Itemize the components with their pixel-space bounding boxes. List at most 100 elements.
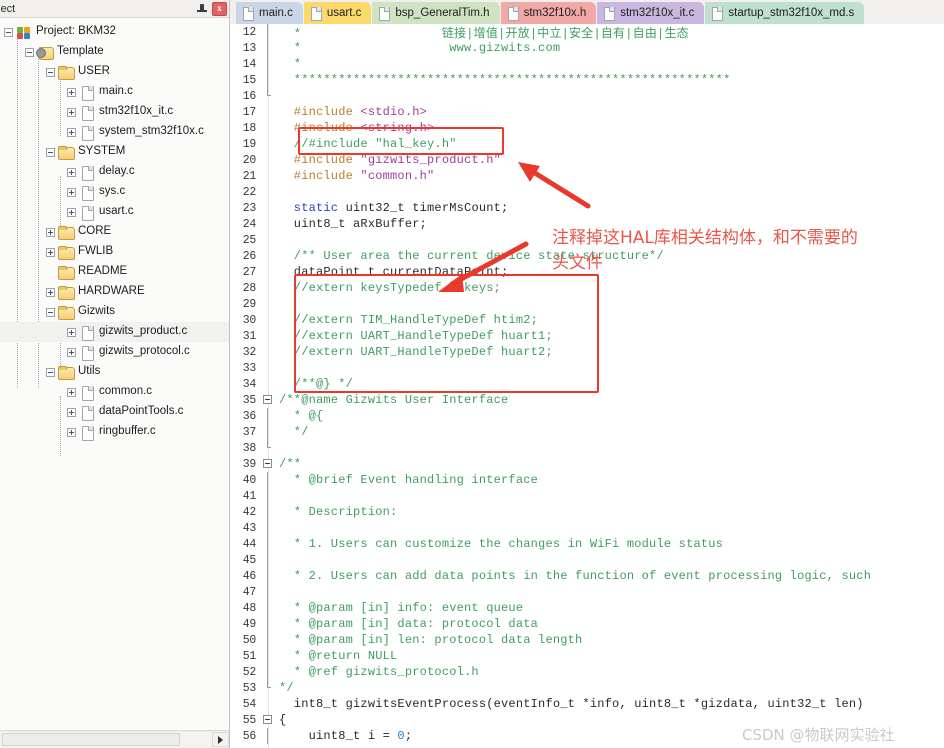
code-line[interactable]: 33 [230, 360, 944, 376]
fold-marker[interactable] [262, 712, 273, 728]
tree-item-template[interactable]: Template [0, 42, 229, 62]
code-line[interactable]: 20 #include "gizwits_product.h" [230, 152, 944, 168]
code-line[interactable]: 49 * @param [in] data: protocol data [230, 616, 944, 632]
code-line[interactable]: 27 dataPoint_t currentDataPoint; [230, 264, 944, 280]
tree-item-sys-c[interactable]: sys.c [0, 182, 229, 202]
project-panel-hscrollbar[interactable] [0, 731, 229, 748]
code-line[interactable]: 42 * Description: [230, 504, 944, 520]
code-line[interactable]: 24 uint8_t aRxBuffer; [230, 216, 944, 232]
tree-item-main-c[interactable]: main.c [0, 82, 229, 102]
hscrollbar-right-button[interactable] [212, 732, 229, 747]
collapse-icon[interactable] [4, 28, 13, 37]
code-line[interactable]: 41 [230, 488, 944, 504]
code-line[interactable]: 13 * www.gizwits.com [230, 40, 944, 56]
collapse-icon[interactable] [46, 148, 55, 157]
code-line[interactable]: 19 //#include "hal_key.h" [230, 136, 944, 152]
tree-item-gizwits-product-c[interactable]: gizwits_product.c [0, 322, 229, 342]
tree-item-readme[interactable]: README [0, 262, 229, 282]
code-line[interactable]: 31 //extern UART_HandleTypeDef huart1; [230, 328, 944, 344]
editor-tab-startup-stm32f10x-md-s[interactable]: startup_stm32f10x_md.s [705, 2, 864, 24]
collapse-icon[interactable] [25, 48, 34, 57]
collapse-icon[interactable] [46, 68, 55, 77]
tree-item-system-stm32f10x-c[interactable]: system_stm32f10x.c [0, 122, 229, 142]
code-view[interactable]: 12 * 链接|增值|开放|中立|安全|自有|自由|生态13 * www.giz… [230, 24, 944, 748]
hscrollbar-track[interactable] [1, 732, 212, 747]
hscrollbar-thumb[interactable] [2, 733, 180, 746]
tree-item-gizwits[interactable]: Gizwits [0, 302, 229, 322]
pin-icon[interactable] [195, 2, 209, 16]
code-line[interactable]: 22 [230, 184, 944, 200]
expand-icon[interactable] [67, 168, 76, 177]
tree-item-fwlib[interactable]: FWLIB [0, 242, 229, 262]
tree-item-delay-c[interactable]: delay.c [0, 162, 229, 182]
close-icon[interactable]: x [212, 2, 227, 16]
fold-collapse-icon[interactable] [263, 395, 272, 404]
tree-item-utils[interactable]: Utils [0, 362, 229, 382]
code-line[interactable]: 50 * @param [in] len: protocol data leng… [230, 632, 944, 648]
code-line[interactable]: 23 static uint32_t timerMsCount; [230, 200, 944, 216]
code-line[interactable]: 30 //extern TIM_HandleTypeDef htim2; [230, 312, 944, 328]
code-line[interactable]: 35/**@name Gizwits User Interface [230, 392, 944, 408]
editor-tab-bsp-generaltim-h[interactable]: bsp_GeneralTim.h [372, 2, 499, 24]
expand-icon[interactable] [67, 108, 76, 117]
code-line[interactable]: 25 [230, 232, 944, 248]
code-line[interactable]: 34 /**@} */ [230, 376, 944, 392]
code-line[interactable]: 12 * 链接|增值|开放|中立|安全|自有|自由|生态 [230, 24, 944, 40]
code-line[interactable]: 16 [230, 88, 944, 104]
project-tree[interactable]: Project: BKM32TemplateUSERmain.cstm32f10… [0, 17, 229, 731]
fold-marker[interactable] [262, 392, 273, 408]
code-line[interactable]: 52 * @ref gizwits_protocol.h [230, 664, 944, 680]
code-line[interactable]: 40 * @brief Event handling interface [230, 472, 944, 488]
editor-tab-stm32f10x-it-c[interactable]: stm32f10x_it.c [597, 2, 704, 24]
expand-icon[interactable] [67, 388, 76, 397]
expand-icon[interactable] [67, 328, 76, 337]
expand-icon[interactable] [67, 348, 76, 357]
code-line[interactable]: 18 #include <string.h> [230, 120, 944, 136]
expand-icon[interactable] [67, 408, 76, 417]
expand-icon[interactable] [67, 128, 76, 137]
code-line[interactable]: 51 * @return NULL [230, 648, 944, 664]
code-line[interactable]: 36 * @{ [230, 408, 944, 424]
code-line[interactable]: 46 * 2. Users can add data points in the… [230, 568, 944, 584]
code-line[interactable]: 39/** [230, 456, 944, 472]
collapse-icon[interactable] [46, 368, 55, 377]
tree-item-hardware[interactable]: HARDWARE [0, 282, 229, 302]
editor-tab-usart-c[interactable]: usart.c [304, 2, 372, 24]
code-line[interactable]: 56 uint8_t i = 0; [230, 728, 944, 744]
code-line[interactable]: 47 [230, 584, 944, 600]
tree-item-project-bkm32[interactable]: Project: BKM32 [0, 22, 229, 42]
expand-icon[interactable] [67, 428, 76, 437]
code-line[interactable]: 48 * @param [in] info: event queue [230, 600, 944, 616]
code-line[interactable]: 15 *************************************… [230, 72, 944, 88]
code-line[interactable]: 29 [230, 296, 944, 312]
code-line[interactable]: 43 [230, 520, 944, 536]
tree-item-stm32f10x-it-c[interactable]: stm32f10x_it.c [0, 102, 229, 122]
code-line[interactable]: 26 /** User area the current device stat… [230, 248, 944, 264]
code-line[interactable]: 44 * 1. Users can customize the changes … [230, 536, 944, 552]
expand-icon[interactable] [67, 188, 76, 197]
code-line[interactable]: 28 //extern keysTypedef_t keys; [230, 280, 944, 296]
tree-item-datapointtools-c[interactable]: dataPointTools.c [0, 402, 229, 422]
expand-icon[interactable] [46, 248, 55, 257]
code-line[interactable]: 14 * [230, 56, 944, 72]
fold-collapse-icon[interactable] [263, 715, 272, 724]
tree-item-ringbuffer-c[interactable]: ringbuffer.c [0, 422, 229, 442]
tree-item-user[interactable]: USER [0, 62, 229, 82]
tree-item-usart-c[interactable]: usart.c [0, 202, 229, 222]
code-line[interactable]: 32 //extern UART_HandleTypeDef huart2; [230, 344, 944, 360]
expand-icon[interactable] [67, 88, 76, 97]
expand-icon[interactable] [46, 228, 55, 237]
expand-icon[interactable] [46, 288, 55, 297]
collapse-icon[interactable] [46, 308, 55, 317]
editor-tabbar[interactable]: main.cusart.cbsp_GeneralTim.hstm32f10x.h… [230, 0, 944, 24]
tree-item-core[interactable]: CORE [0, 222, 229, 242]
tree-item-system[interactable]: SYSTEM [0, 142, 229, 162]
editor-tab-stm32f10x-h[interactable]: stm32f10x.h [501, 2, 597, 24]
code-line[interactable]: 53*/ [230, 680, 944, 696]
code-line[interactable]: 54 int8_t gizwitsEventProcess(eventInfo_… [230, 696, 944, 712]
expand-icon[interactable] [67, 208, 76, 217]
code-line[interactable]: 21 #include "common.h" [230, 168, 944, 184]
fold-marker[interactable] [262, 456, 273, 472]
code-line[interactable]: 38 [230, 440, 944, 456]
editor-tab-main-c[interactable]: main.c [236, 2, 303, 24]
